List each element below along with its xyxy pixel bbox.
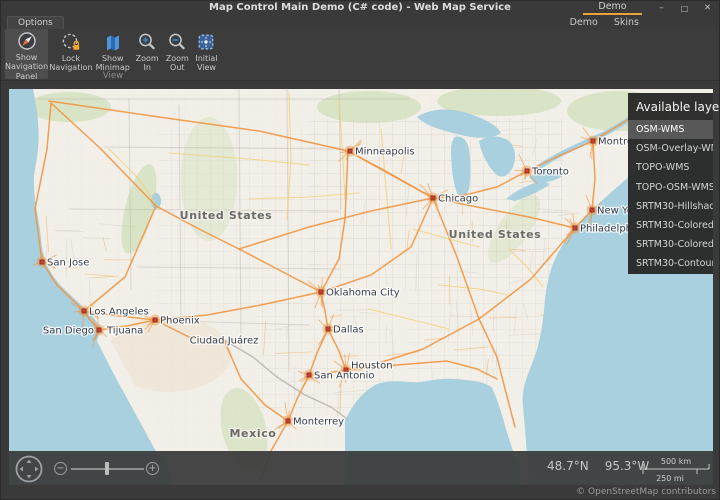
zoom-in-icon — [137, 31, 157, 52]
city-label: Oklahoma City — [326, 288, 400, 299]
city-label: Toronto — [531, 167, 569, 178]
status-bar: © OpenStreetMap contributors — [1, 485, 719, 499]
initial-view-icon — [196, 31, 216, 52]
pan-down-arrow — [27, 475, 32, 479]
city-san-jose: San Jose — [40, 258, 90, 269]
layers-list: OSM-WMSOSM-Overlay-WMSTOPO-WMSTOPO-OSM-W… — [628, 120, 713, 274]
ribbon-group-view: Show NavigationPanelLock NavigationShow … — [5, 29, 221, 81]
minimize-button[interactable]: – — [650, 1, 673, 15]
ribbon-category-demo[interactable]: Demo — [583, 1, 642, 15]
pan-right-arrow — [35, 467, 39, 472]
city-toronto: Toronto — [525, 167, 569, 178]
city-oklahoma-city: Oklahoma City — [319, 288, 400, 299]
latitude-value: 48.7°N — [547, 459, 589, 473]
city-chicago: Chicago — [431, 194, 478, 205]
city-label: Ciudad Juárez — [190, 335, 259, 347]
title-bar: Map Control Main Demo (C# code) - Web Ma… — [1, 1, 719, 15]
ribbon-category-label: Demo — [598, 1, 626, 12]
country-label: United States — [180, 209, 273, 222]
zoom-out-icon — [167, 31, 187, 52]
attribution-text: © OpenStreetMap contributors — [576, 487, 716, 497]
maximize-button[interactable]: □ — [673, 1, 696, 15]
layer-item-topo-osm-wms[interactable]: TOPO-OSM-WMS — [628, 178, 713, 197]
ribbon-group-caption: View — [5, 71, 221, 81]
city-label: San Antonio — [314, 371, 374, 382]
scale-km-label: 500 km — [661, 457, 691, 466]
app-window: Map Control Main Demo (C# code) - Web Ma… — [0, 0, 720, 500]
ribbon: Show NavigationPanelLock NavigationShow … — [1, 29, 719, 81]
city-label: Chicago — [438, 194, 478, 205]
available-layers-panel: Available layers OSM-WMSOSM-Overlay-WMST… — [628, 93, 713, 274]
pan-up-arrow — [27, 460, 32, 464]
map-viewport[interactable]: MinneapolisMontrealTorontoChicagoNew Yor… — [9, 89, 713, 487]
pan-left-arrow — [20, 467, 24, 472]
country-label: Mexico — [230, 427, 277, 440]
layers-panel-title: Available layers — [628, 93, 713, 120]
scale-bar: 500 km 250 mi — [641, 456, 711, 483]
ribbon-tab-row: Options Demo Skins — [1, 15, 719, 29]
options-tab[interactable]: Options — [7, 16, 64, 29]
window-controls: – □ ✕ — [650, 1, 719, 15]
city-ciudad-juárez: Ciudad Juárez — [190, 335, 259, 347]
city-label: Minneapolis — [355, 147, 415, 158]
city-label: Monterrey — [293, 417, 344, 428]
layer-item-srtm30-hillshade[interactable]: SRTM30-Hillshade — [628, 197, 713, 216]
layer-item-srtm30-colored-hillshade[interactable]: SRTM30-Colored-Hillshade — [628, 235, 713, 254]
ribbon-tabs: Demo Skins — [570, 15, 639, 28]
ribbon-buttons: Show NavigationPanelLock NavigationShow … — [5, 29, 221, 69]
city-label: Tijuana — [106, 326, 143, 337]
zoom-in-plus-button[interactable]: + — [146, 462, 159, 475]
city-label: Los Angeles — [89, 307, 149, 318]
minimap-icon — [103, 31, 123, 52]
city-tijuana: Tijuana — [106, 326, 143, 337]
cursor-coordinates: 48.7°N 95.3°W — [547, 459, 649, 473]
city-los-angeles: Los Angeles — [82, 307, 149, 318]
scale-mi-label: 250 mi — [656, 474, 684, 483]
compass-icon — [17, 31, 37, 51]
country-label: United States — [449, 228, 542, 241]
map-canvas[interactable]: MinneapolisMontrealTorontoChicagoNew Yor… — [9, 89, 713, 487]
close-button[interactable]: ✕ — [696, 1, 719, 15]
layer-item-osm-overlay-wms[interactable]: OSM-Overlay-WMS — [628, 139, 713, 158]
city-label: Dallas — [333, 325, 364, 336]
layer-item-srtm30-colored[interactable]: SRTM30-Colored — [628, 216, 713, 235]
lock-icon — [61, 31, 81, 52]
city-label: San Jose — [47, 258, 89, 269]
ribbon-tab-skins[interactable]: Skins — [614, 15, 639, 28]
layer-item-topo-wms[interactable]: TOPO-WMS — [628, 158, 713, 177]
pan-control[interactable] — [12, 452, 46, 486]
layer-item-osm-wms[interactable]: OSM-WMS — [628, 120, 713, 139]
city-san-antonio: San Antonio — [307, 371, 375, 382]
map-navigation-bar: − + 48.7°N 95.3°W 500 km 250 mi — [9, 451, 713, 487]
zoom-out-minus-button[interactable]: − — [54, 462, 67, 475]
city-label: Phoenix — [160, 316, 200, 327]
zoom-slider-thumb[interactable] — [105, 462, 109, 475]
city-monterrey: Monterrey — [286, 417, 344, 428]
city-label: San Diego — [43, 326, 94, 337]
layer-item-srtm30-contour[interactable]: SRTM30-Contour — [628, 254, 713, 273]
city-san-diego: San Diego — [43, 326, 101, 337]
ribbon-tab-demo[interactable]: Demo — [570, 15, 598, 28]
city-phoenix: Phoenix — [153, 316, 200, 327]
city-minneapolis: Minneapolis — [348, 147, 415, 158]
